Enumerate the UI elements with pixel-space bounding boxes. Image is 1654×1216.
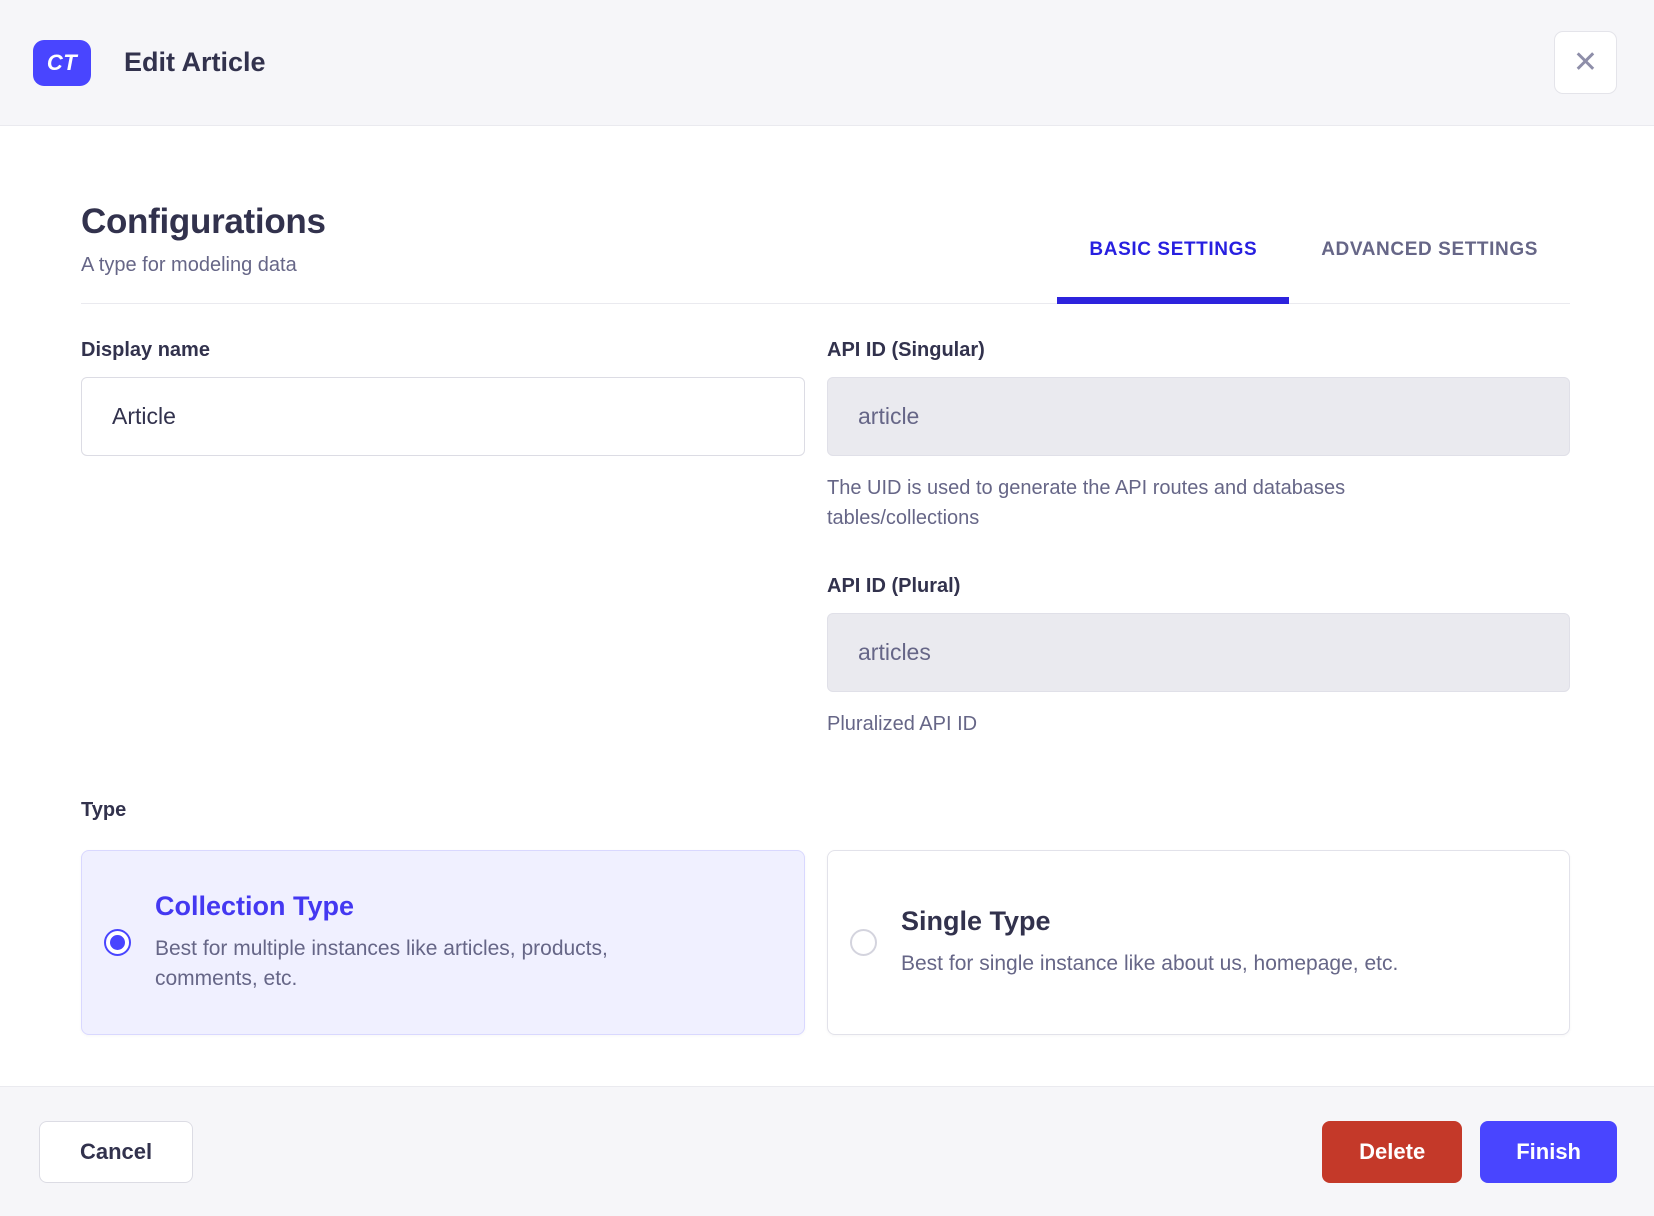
collection-type-radio[interactable] (104, 929, 131, 956)
display-name-label: Display name (81, 339, 210, 361)
section-head: Configurations A type for modeling data … (81, 126, 1570, 304)
display-name-group: Display name (81, 339, 805, 739)
single-type-description: Best for single instance like about us, … (901, 951, 1399, 975)
collection-type-description: Best for multiple instances like article… (155, 936, 608, 990)
single-type-card[interactable]: Single Type Best for single instance lik… (827, 850, 1570, 1035)
modal-header: CT Edit Article ✕ (0, 0, 1654, 126)
api-id-singular-label: API ID (Singular) (827, 339, 985, 361)
api-id-plural-label: API ID (Plural) (827, 575, 961, 597)
close-button[interactable]: ✕ (1554, 31, 1617, 94)
modal-title: Edit Article (124, 47, 266, 77)
settings-tabs: BASIC SETTINGS ADVANCED SETTINGS (1057, 239, 1570, 304)
modal-body: Configurations A type for modeling data … (0, 126, 1654, 1086)
type-cards: Collection Type Best for multiple instan… (81, 850, 1570, 1035)
api-id-singular-helper: The UID is used to generate the API rout… (827, 477, 1346, 529)
display-name-input[interactable] (81, 377, 805, 456)
footer-actions: Delete Finish (1322, 1120, 1617, 1183)
finish-button[interactable]: Finish (1480, 1120, 1617, 1183)
collection-type-card[interactable]: Collection Type Best for multiple instan… (81, 850, 805, 1035)
api-id-plural-helper: Pluralized API ID (827, 713, 978, 735)
cancel-button[interactable]: Cancel (39, 1120, 194, 1183)
delete-button[interactable]: Delete (1322, 1120, 1463, 1183)
content-type-badge-label: CT (46, 49, 78, 75)
form-grid: Display name API ID (Singular) The UID i… (81, 339, 1570, 739)
api-id-plural-group: API ID (Plural) Pluralized API ID (827, 575, 1570, 739)
api-id-column: API ID (Singular) The UID is used to gen… (827, 339, 1570, 739)
single-type-radio[interactable] (850, 929, 877, 956)
page-subtitle: A type for modeling data (81, 254, 297, 276)
api-id-plural-input (827, 613, 1570, 692)
content-type-badge: CT (33, 39, 91, 86)
api-id-singular-input (827, 377, 1570, 456)
modal-footer: Cancel Delete Finish (0, 1086, 1654, 1216)
tab-basic-settings[interactable]: BASIC SETTINGS (1057, 239, 1290, 304)
page-title: Configurations (81, 202, 326, 241)
collection-type-title: Collection Type (155, 890, 355, 921)
type-label: Type (81, 799, 127, 821)
api-id-singular-group: API ID (Singular) The UID is used to gen… (827, 339, 1570, 533)
single-type-text: Single Type Best for single instance lik… (901, 906, 1398, 979)
collection-type-text: Collection Type Best for multiple instan… (155, 891, 700, 995)
single-type-title: Single Type (901, 905, 1051, 936)
type-section: Type Collection Type Best for multiple i… (81, 799, 1570, 1035)
close-icon: ✕ (1572, 45, 1599, 79)
tab-advanced-settings[interactable]: ADVANCED SETTINGS (1289, 239, 1570, 303)
section-titles: Configurations A type for modeling data (81, 202, 326, 303)
